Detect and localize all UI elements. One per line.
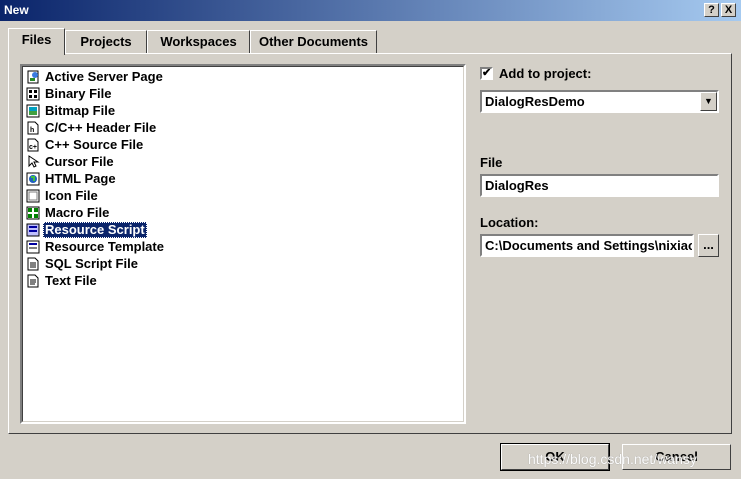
macro-file-icon [26, 206, 40, 220]
list-item[interactable]: Active Server Page [26, 68, 165, 85]
svg-text:h: h [30, 127, 34, 134]
new-dialog: New ? X Files Projects Workspaces Other … [0, 0, 741, 479]
tab-projects[interactable]: Projects [65, 30, 147, 53]
list-item[interactable]: Icon File [26, 187, 100, 204]
html-page-icon [26, 172, 40, 186]
resource-script-icon [26, 223, 40, 237]
header-file-icon: h [26, 121, 40, 135]
list-item[interactable]: Macro File [26, 204, 111, 221]
tab-other-documents[interactable]: Other Documents [250, 30, 377, 53]
list-item-label: Cursor File [45, 153, 114, 169]
list-item-label: SQL Script File [45, 255, 138, 271]
list-item[interactable]: Resource Script [26, 221, 147, 238]
list-item[interactable]: Bitmap File [26, 102, 117, 119]
asp-file-icon [26, 70, 40, 84]
list-item[interactable]: Binary File [26, 85, 113, 102]
title-bar: New ? X [0, 0, 741, 21]
help-button[interactable]: ? [704, 3, 719, 17]
list-item-label: Resource Script [43, 221, 147, 238]
list-item-label: Active Server Page [45, 68, 163, 84]
tab-workspaces[interactable]: Workspaces [147, 30, 250, 53]
close-button[interactable]: X [721, 3, 736, 17]
add-to-project-checkbox[interactable]: ✔ [480, 67, 493, 80]
project-select-value: DialogResDemo [485, 94, 585, 109]
tab-files[interactable]: Files [8, 28, 65, 55]
project-select[interactable]: DialogResDemo ▼ [480, 90, 719, 113]
list-item[interactable]: Cursor File [26, 153, 116, 170]
list-item[interactable]: Resource Template [26, 238, 166, 255]
list-item[interactable]: Text File [26, 272, 99, 289]
resource-template-icon [26, 240, 40, 254]
source-file-icon: c+ [26, 138, 40, 152]
list-item-label: HTML Page [45, 170, 116, 186]
list-item-label: Bitmap File [45, 102, 116, 118]
list-item[interactable]: HTML Page [26, 170, 118, 187]
list-item-label: Text File [45, 272, 97, 288]
cursor-file-icon [26, 154, 40, 169]
list-item[interactable]: SQL Script File [26, 255, 140, 272]
location-input[interactable]: C:\Documents and Settings\nixiaoqin [480, 234, 694, 257]
list-item[interactable]: c+ C++ Source File [26, 136, 145, 153]
text-file-icon [26, 274, 40, 288]
window-title: New [4, 3, 29, 17]
add-to-project-label: Add to project: [499, 66, 592, 81]
list-item-label: C/C++ Header File [45, 119, 157, 135]
sql-file-icon [26, 257, 40, 271]
list-item-label: Binary File [45, 85, 112, 101]
svg-text:c+: c+ [29, 144, 37, 151]
bitmap-file-icon [26, 104, 40, 118]
file-label: File [480, 155, 503, 170]
binary-file-icon [26, 87, 40, 101]
list-item-label: C++ Source File [45, 136, 144, 152]
location-label: Location: [480, 215, 539, 230]
file-type-list-frame: Active Server Page Binary File Bitmap Fi… [22, 66, 464, 422]
list-item-label: Icon File [45, 187, 98, 203]
chevron-down-icon[interactable]: ▼ [700, 92, 717, 111]
file-name-input[interactable]: DialogRes [480, 174, 719, 197]
watermark-text: https://blog.csdn.net/wansy [528, 451, 697, 467]
browse-button[interactable]: ... [698, 234, 719, 257]
list-item-label: Macro File [45, 204, 110, 220]
file-type-list[interactable]: Active Server Page Binary File Bitmap Fi… [20, 64, 466, 424]
icon-file-icon [26, 189, 40, 203]
list-item-label: Resource Template [45, 238, 164, 254]
list-item[interactable]: h C/C++ Header File [26, 119, 158, 136]
